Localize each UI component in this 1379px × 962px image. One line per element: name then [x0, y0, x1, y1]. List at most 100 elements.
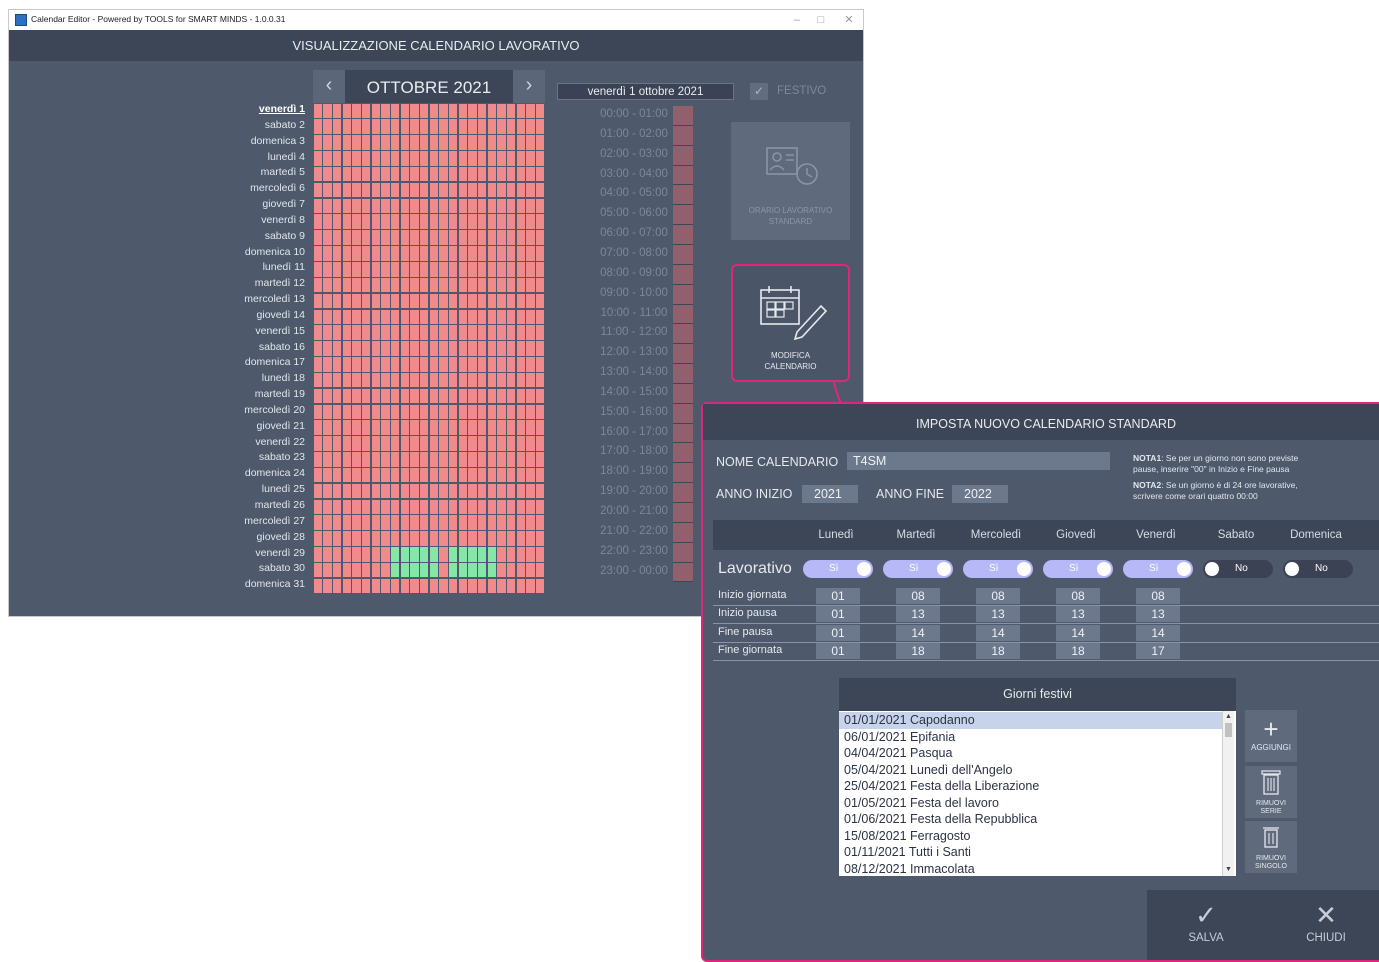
hour-cell[interactable] — [332, 388, 342, 404]
hour-cell[interactable] — [477, 452, 487, 467]
hour-cell[interactable] — [400, 277, 409, 293]
hour-cell[interactable] — [439, 404, 448, 420]
festivo-list-item[interactable]: 01/11/2021 Tutti i Santi — [844, 844, 971, 861]
hour-cell[interactable] — [390, 230, 400, 245]
hour-cell[interactable] — [313, 262, 322, 277]
prev-month-button[interactable]: ‹ — [313, 70, 345, 103]
hour-cell[interactable] — [361, 467, 371, 483]
hour-cell[interactable] — [313, 166, 322, 182]
hour-cell[interactable] — [458, 277, 467, 293]
hour-cell[interactable] — [361, 182, 371, 198]
hour-cell[interactable] — [410, 341, 419, 356]
hour-cell[interactable] — [323, 531, 332, 546]
lavorativo-toggle[interactable]: Sì — [1123, 560, 1193, 578]
festivo-list-item[interactable]: 01/05/2021 Festa del lavoro — [844, 795, 999, 812]
hour-cell[interactable] — [332, 372, 342, 388]
festivo-checkbox[interactable]: ✓ — [750, 83, 768, 100]
hour-cell[interactable] — [371, 483, 380, 499]
hour-cell[interactable] — [448, 404, 458, 420]
hour-cell[interactable] — [352, 372, 361, 388]
hour-cell[interactable] — [429, 182, 438, 198]
hour-cell[interactable] — [487, 119, 496, 134]
hour-cell[interactable] — [323, 277, 332, 293]
hour-cell[interactable] — [313, 436, 322, 451]
festivo-list-item[interactable]: 08/12/2021 Immacolata — [844, 861, 975, 878]
hour-cell[interactable] — [361, 531, 371, 546]
lavorativo-toggle[interactable]: Sì — [883, 560, 953, 578]
hour-cell[interactable] — [381, 325, 390, 340]
hour-cell[interactable] — [400, 515, 409, 530]
hour-cell[interactable] — [381, 483, 390, 499]
festivo-list-item[interactable]: 25/04/2021 Festa della Liberazione — [844, 778, 1039, 795]
hour-cell[interactable] — [342, 277, 351, 293]
hour-cell[interactable] — [458, 388, 467, 404]
hour-cell[interactable] — [371, 578, 380, 594]
hour-cell[interactable] — [361, 151, 371, 166]
hour-cell[interactable] — [506, 309, 516, 325]
hour-cell[interactable] — [468, 182, 477, 198]
time-cell-input[interactable]: 17 — [1136, 643, 1180, 659]
hour-cell[interactable] — [448, 293, 458, 309]
hour-cell[interactable] — [516, 420, 525, 435]
hour-cell[interactable] — [323, 436, 332, 451]
hour-cell[interactable] — [516, 531, 525, 546]
hour-cell[interactable] — [352, 562, 361, 578]
hour-cell[interactable] — [497, 388, 506, 404]
hour-cell[interactable] — [419, 578, 429, 594]
hour-cell[interactable] — [506, 388, 516, 404]
hour-cell[interactable] — [419, 483, 429, 499]
hour-cell[interactable] — [497, 214, 506, 229]
hour-cell[interactable] — [390, 214, 400, 229]
hour-cell[interactable] — [535, 452, 545, 467]
hour-cell[interactable] — [477, 135, 487, 150]
day-label[interactable]: martedì 26 — [255, 499, 305, 511]
hour-cell[interactable] — [439, 357, 448, 372]
hour-cell[interactable] — [458, 246, 467, 261]
hour-cell[interactable] — [332, 452, 342, 467]
hour-cell[interactable] — [526, 198, 535, 214]
hour-cell[interactable] — [352, 214, 361, 229]
hour-cell[interactable] — [477, 531, 487, 546]
hour-cell[interactable] — [371, 420, 380, 435]
hour-cell[interactable] — [429, 214, 438, 229]
hour-cell[interactable] — [468, 547, 477, 562]
hour-cell[interactable] — [332, 404, 342, 420]
hour-cell[interactable] — [352, 357, 361, 372]
hour-cell[interactable] — [400, 547, 409, 562]
hour-cell[interactable] — [400, 198, 409, 214]
hour-cell[interactable] — [313, 309, 322, 325]
hour-cell[interactable] — [506, 499, 516, 515]
hour-cell[interactable] — [381, 198, 390, 214]
hour-cell[interactable] — [352, 547, 361, 562]
hour-cell[interactable] — [323, 420, 332, 435]
hour-cell[interactable] — [419, 499, 429, 515]
hour-cell[interactable] — [352, 119, 361, 134]
hour-cell[interactable] — [381, 166, 390, 182]
hour-cell[interactable] — [477, 230, 487, 245]
hour-cell[interactable] — [468, 436, 477, 451]
hour-cell[interactable] — [313, 230, 322, 245]
hour-cell[interactable] — [381, 499, 390, 515]
hour-cell[interactable] — [439, 452, 448, 467]
festivi-scrollbar[interactable]: ▲ ▼ — [1222, 711, 1234, 876]
hour-cell[interactable] — [487, 182, 496, 198]
hour-cell[interactable] — [371, 436, 380, 451]
hour-cell[interactable] — [342, 214, 351, 229]
hour-cell[interactable] — [361, 246, 371, 261]
hour-cell[interactable] — [342, 293, 351, 309]
festivo-list-item[interactable]: 05/04/2021 Lunedì dell'Angelo — [844, 762, 1013, 779]
hour-cell[interactable] — [410, 578, 419, 594]
hour-cell[interactable] — [497, 531, 506, 546]
aggiungi-button[interactable]: + AGGIUNGI — [1245, 710, 1297, 762]
hour-cell[interactable] — [332, 562, 342, 578]
hour-cell[interactable] — [410, 436, 419, 451]
hour-cell[interactable] — [487, 404, 496, 420]
hour-cell[interactable] — [332, 277, 342, 293]
hour-cell[interactable] — [332, 198, 342, 214]
hour-cell[interactable] — [429, 483, 438, 499]
hour-cell[interactable] — [458, 182, 467, 198]
hour-cell[interactable] — [342, 420, 351, 435]
hour-cell[interactable] — [535, 499, 545, 515]
hour-cell[interactable] — [352, 499, 361, 515]
hour-cell[interactable] — [429, 404, 438, 420]
